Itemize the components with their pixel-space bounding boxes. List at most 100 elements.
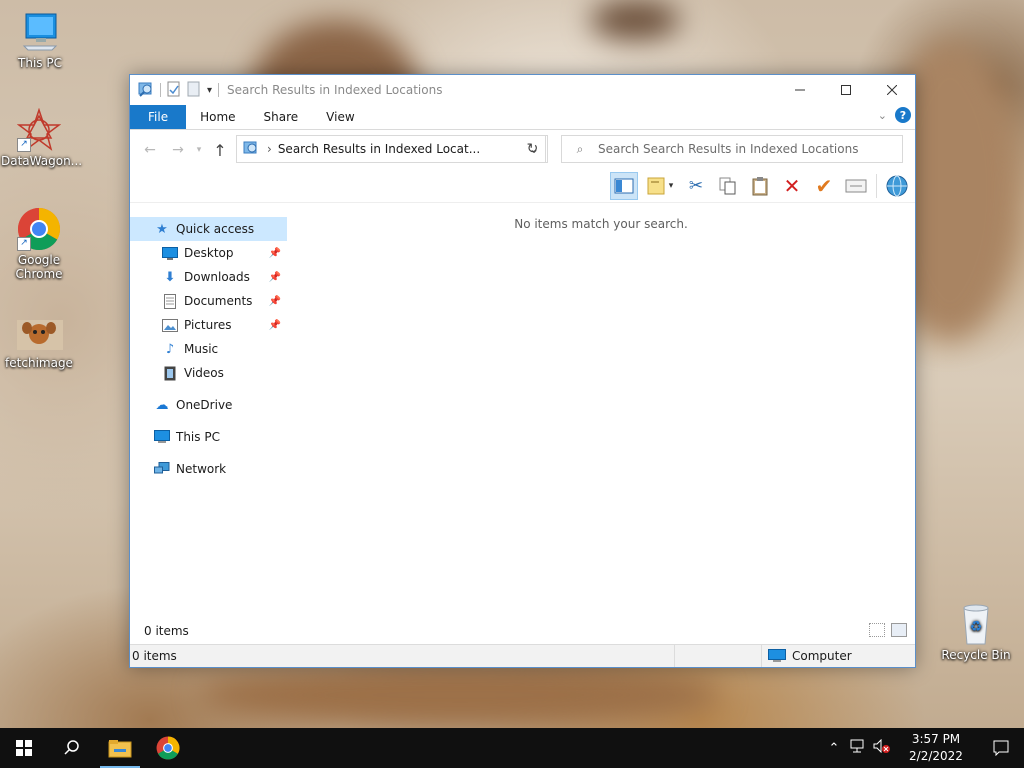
sidebar-item-label: Documents (184, 294, 253, 308)
film-icon (162, 365, 178, 381)
window-controls (777, 75, 915, 105)
sidebar-item-label: Quick access (176, 222, 255, 236)
desktop-icon-fetchimage[interactable]: fetchimage (1, 320, 77, 370)
title-bar[interactable]: ▾ Search Results in Indexed Locations (130, 75, 915, 105)
close-icon (887, 85, 897, 95)
fetchimage-icon (17, 320, 63, 352)
clock-date: 2/2/2022 (909, 749, 963, 763)
search-icon (64, 740, 79, 755)
status-location: Computer (792, 649, 852, 663)
taskbar-file-explorer[interactable] (96, 728, 144, 768)
cut-button[interactable]: ✂ (682, 172, 710, 200)
desktop-icon-this-pc[interactable]: This PC (2, 10, 78, 70)
tab-view[interactable]: View (312, 105, 368, 129)
sidebar-item-label: Desktop (184, 246, 234, 260)
navigation-pane: ★ Quick access Desktop 📌 ⬇ Downloads 📌 D… (130, 202, 287, 619)
large-icons-view-icon[interactable] (891, 623, 907, 637)
search-results-icon (138, 81, 154, 100)
search-box[interactable]: ⌕ Search Search Results in Indexed Locat… (561, 135, 903, 163)
computer-icon (18, 10, 62, 54)
clock[interactable]: 3:57 PM 2/2/2022 (894, 731, 978, 765)
desktop-folder-icon (162, 245, 178, 261)
network-icon (154, 461, 170, 477)
window-title: Search Results in Indexed Locations (227, 83, 443, 97)
expand-ribbon-icon[interactable]: ⌄ (878, 109, 887, 122)
desktop-icon-label: DataWagon... (1, 154, 83, 168)
preview-pane-icon (614, 178, 634, 194)
taskbar-chrome[interactable] (144, 728, 192, 768)
preview-pane-button[interactable] (610, 172, 638, 200)
ribbon-tabs: File Home Share View ⌄ ? (130, 105, 915, 130)
empty-results-message: No items match your search. (514, 217, 688, 231)
close-button[interactable] (869, 75, 915, 105)
network-status-icon[interactable] (846, 739, 870, 757)
search-button[interactable] (48, 728, 96, 768)
file-list-area[interactable]: No items match your search. (287, 202, 915, 619)
up-button[interactable]: ↑ (206, 136, 234, 164)
refresh-button[interactable]: ↻ (518, 135, 548, 163)
sidebar-item-pictures[interactable]: Pictures 📌 (130, 313, 287, 337)
copy-icon (719, 177, 736, 195)
status-item-count: 0 items (132, 649, 177, 663)
sidebar-item-music[interactable]: ♪ Music (130, 337, 287, 361)
rename-button[interactable]: ✔ (810, 172, 838, 200)
maximize-icon (841, 85, 851, 95)
toolbar-separator (218, 83, 220, 97)
clock-time: 3:57 PM (911, 732, 961, 746)
tab-share[interactable]: Share (250, 105, 313, 129)
tab-home[interactable]: Home (186, 105, 249, 129)
notification-icon (993, 740, 1009, 756)
view-toggle-group (869, 623, 907, 637)
notification-center-button[interactable] (978, 740, 1024, 756)
sidebar-item-videos[interactable]: Videos (130, 361, 287, 385)
pin-icon[interactable]: 📌 (269, 296, 281, 307)
sidebar-item-onedrive[interactable]: ☁ OneDrive (130, 393, 287, 417)
sidebar-item-documents[interactable]: Documents 📌 (130, 289, 287, 313)
desktop-icon-label: Recycle Bin (941, 648, 1011, 662)
up-arrow-icon: ↑ (213, 140, 227, 160)
download-arrow-icon: ⬇ (164, 269, 176, 285)
desktop-icon-recycle-bin[interactable]: ♻ Recycle Bin (938, 602, 1014, 662)
chevron-up-icon[interactable]: ⌃ (822, 741, 846, 756)
sidebar-item-downloads[interactable]: ⬇ Downloads 📌 (130, 265, 287, 289)
quick-access-toolbar: ▾ (130, 81, 220, 100)
sidebar-item-desktop[interactable]: Desktop 📌 (130, 241, 287, 265)
shortcut-arrow-icon: ↗ (17, 237, 31, 251)
pin-icon[interactable]: 📌 (269, 272, 281, 283)
tab-file[interactable]: File (130, 105, 187, 129)
new-folder-icon[interactable] (187, 81, 201, 100)
chrome-icon (156, 736, 180, 760)
breadcrumb-chevron-icon[interactable]: › (267, 142, 272, 156)
pin-icon[interactable]: 📌 (269, 320, 281, 331)
details-view-icon[interactable] (869, 623, 885, 637)
chevron-down-icon: ▾ (668, 181, 674, 191)
paste-button[interactable] (746, 172, 774, 200)
help-icon[interactable]: ? (895, 107, 911, 123)
properties-button[interactable] (842, 172, 870, 200)
sidebar-item-this-pc[interactable]: This PC (130, 425, 287, 449)
back-button[interactable]: ← (136, 136, 164, 164)
sidebar-item-label: Videos (184, 366, 224, 380)
pin-icon[interactable]: 📌 (269, 248, 281, 259)
recent-locations-button[interactable]: ▾ (192, 136, 206, 164)
new-item-button[interactable]: ▾ (642, 172, 678, 200)
desktop-icon-chrome[interactable]: ↗ Google Chrome (1, 207, 77, 281)
sidebar-item-network[interactable]: Network (130, 457, 287, 481)
folder-icon (108, 740, 132, 758)
address-bar[interactable]: › Search Results in Indexed Locat... ⌄ (236, 135, 546, 163)
maximize-button[interactable] (823, 75, 869, 105)
new-item-icon (647, 177, 665, 195)
search-input[interactable]: Search Search Results in Indexed Locatio… (598, 142, 858, 156)
start-button[interactable] (0, 728, 48, 768)
copy-button[interactable] (714, 172, 742, 200)
sidebar-item-quick-access[interactable]: ★ Quick access (130, 217, 287, 241)
properties-icon[interactable] (167, 81, 181, 100)
desktop-icon-datawagon[interactable]: ↗ DataWagon... (1, 107, 82, 168)
minimize-button[interactable] (777, 75, 823, 105)
network-globe-button[interactable] (883, 172, 911, 200)
toolbar-separator (160, 83, 161, 97)
forward-button[interactable]: → (164, 136, 192, 164)
volume-muted-icon[interactable] (870, 738, 894, 757)
customize-toolbar-icon[interactable]: ▾ (207, 85, 212, 96)
delete-button[interactable]: ✕ (778, 172, 806, 200)
